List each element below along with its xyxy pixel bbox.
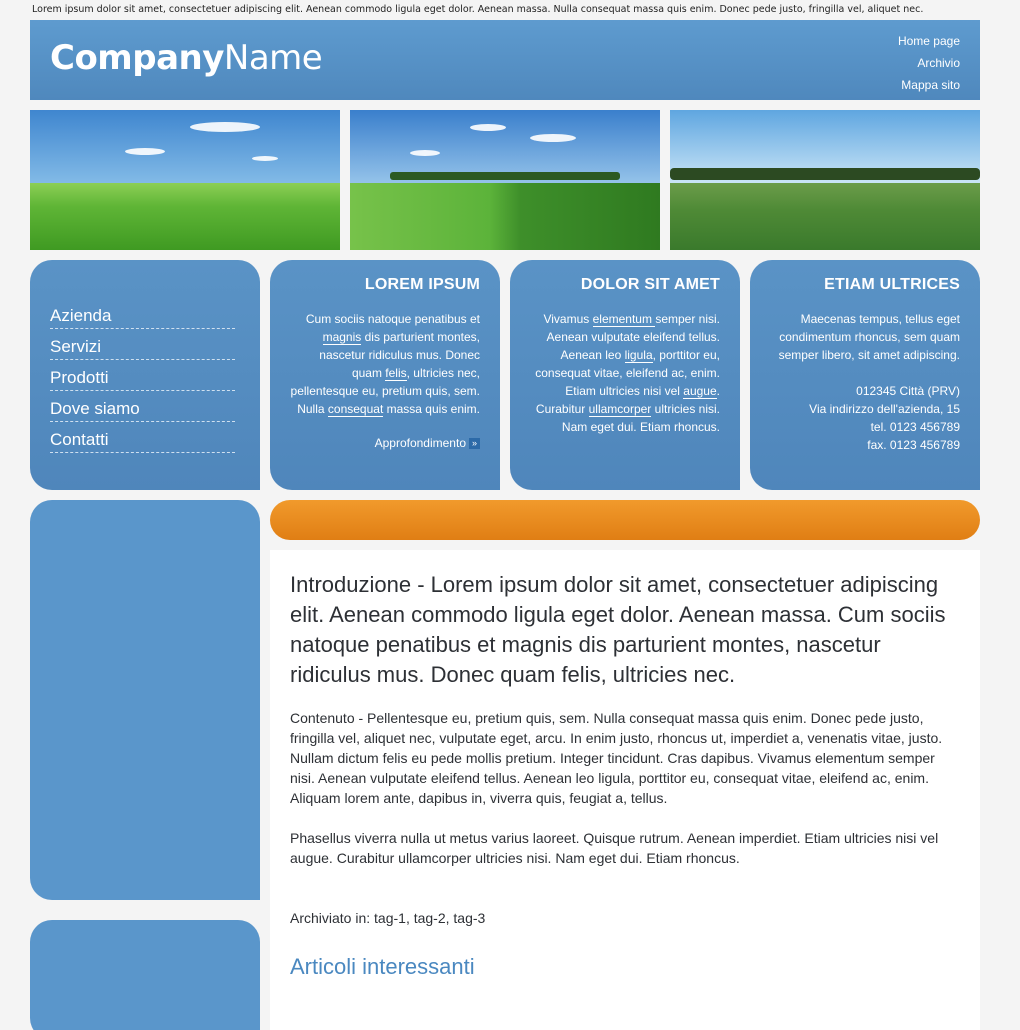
sidebar-block-1 xyxy=(30,500,260,900)
main-content: Introduzione - Lorem ipsum dolor sit ame… xyxy=(270,550,980,1030)
double-arrow-icon: » xyxy=(469,438,480,450)
box-text: Maecenas tempus, tellus eget condimentum… xyxy=(778,312,960,362)
site-header: CompanyName Home page Archivio Mappa sit… xyxy=(30,20,980,100)
link-ullamcorper[interactable]: ullamcorper xyxy=(588,402,652,417)
link-augue[interactable]: augue xyxy=(683,384,717,399)
box-text: Vivamus elementum semper nisi. Aenean vu… xyxy=(535,312,720,434)
content-paragraph-2: Phasellus viverra nulla ut metus varius … xyxy=(290,830,939,866)
nav-archivio[interactable]: Archivio xyxy=(898,52,960,74)
feature-box-etiam-ultrices: ETIAM ULTRICES Maecenas tempus, tellus e… xyxy=(750,260,980,490)
sidebar-item-servizi[interactable]: Servizi xyxy=(50,335,235,360)
site-tagline: Lorem ipsum dolor sit amet, consectetuer… xyxy=(32,4,924,15)
company-logo[interactable]: CompanyName xyxy=(50,38,323,78)
box-title: DOLOR SIT AMET xyxy=(580,276,720,293)
box-title: LOREM IPSUM xyxy=(364,276,480,293)
sidebar-block-2 xyxy=(30,920,260,1030)
address-street: Via indirizzo dell'azienda, 15 xyxy=(809,402,960,416)
related-articles-title: Articoli interessanti xyxy=(290,954,475,979)
nav-home-page[interactable]: Home page xyxy=(898,30,960,52)
feature-box-dolor-sit-amet: DOLOR SIT AMET Vivamus elementum semper … xyxy=(510,260,740,490)
address-city: 012345 Città (PRV) xyxy=(856,384,960,398)
read-more-link[interactable]: Approfondimento» xyxy=(286,436,480,450)
address-phone: tel. 0123 456789 xyxy=(870,420,960,434)
link-magnis[interactable]: magnis xyxy=(322,330,362,345)
box-title: ETIAM ULTRICES xyxy=(824,276,960,293)
feature-box-lorem-ipsum: LOREM IPSUM Cum sociis natoque penatibus… xyxy=(270,260,500,490)
address-fax: fax. 0123 456789 xyxy=(867,438,960,452)
intro-heading: Introduzione - Lorem ipsum dolor sit ame… xyxy=(290,572,946,687)
banner-image-field-3 xyxy=(670,110,980,250)
sidebar-item-contatti[interactable]: Contatti xyxy=(50,428,235,453)
top-navigation: Home page Archivio Mappa sito xyxy=(898,30,960,96)
banner-image-field-1 xyxy=(30,110,340,250)
banner-image-field-2 xyxy=(350,110,660,250)
link-consequat[interactable]: consequat xyxy=(327,402,384,417)
link-felis[interactable]: felis xyxy=(385,366,407,381)
sidebar-item-azienda[interactable]: Azienda xyxy=(50,304,235,329)
sidebar-menu: Azienda Servizi Prodotti Dove siamo Cont… xyxy=(30,260,260,490)
company-address: 012345 Città (PRV) Via indirizzo dell'az… xyxy=(766,382,960,454)
sidebar-item-dove-siamo[interactable]: Dove siamo xyxy=(50,397,235,422)
nav-mappa-sito[interactable]: Mappa sito xyxy=(898,74,960,96)
link-ligula[interactable]: ligula xyxy=(624,348,653,363)
archived-tags: Archiviato in: tag-1, tag-2, tag-3 xyxy=(290,910,486,926)
box-text: Cum sociis natoque penatibus et magnis d… xyxy=(290,312,480,417)
link-elementum[interactable]: elementum xyxy=(592,312,656,327)
logo-light-text: Name xyxy=(223,38,323,78)
sidebar-item-prodotti[interactable]: Prodotti xyxy=(50,366,235,391)
logo-bold-text: Company xyxy=(50,38,224,78)
content-paragraph-1: Contenuto - Pellentesque eu, pretium qui… xyxy=(290,710,943,806)
orange-divider-bar xyxy=(270,500,980,540)
